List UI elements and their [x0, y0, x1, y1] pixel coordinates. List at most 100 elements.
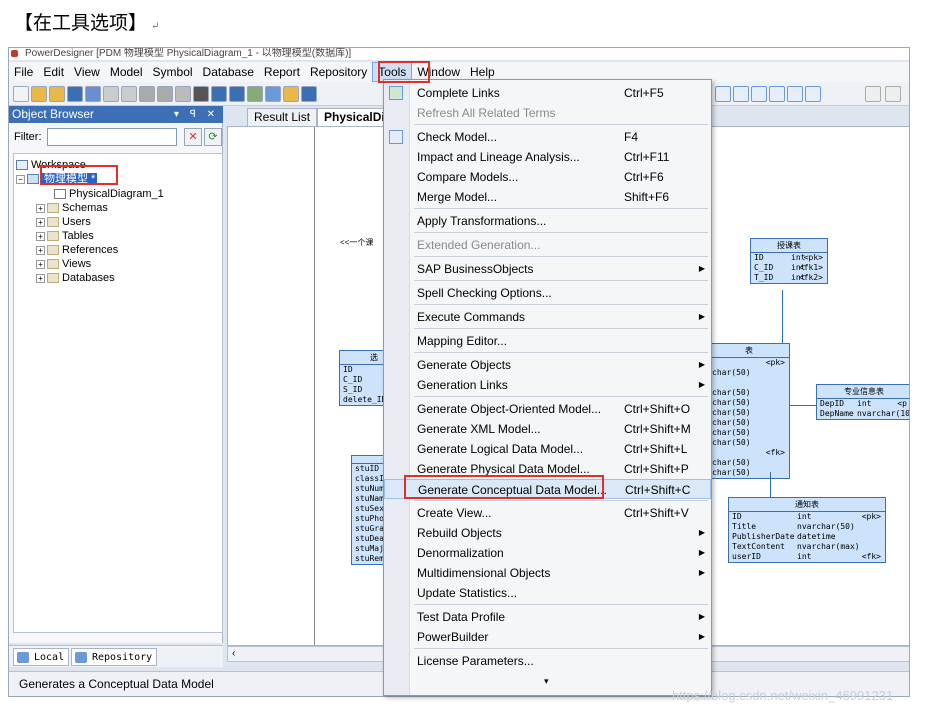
menu-item-generate-xml-model[interactable]: Generate XML Model... Ctrl+Shift+M: [384, 419, 711, 439]
menu-item-create-view[interactable]: Create View... Ctrl+Shift+V: [384, 503, 711, 523]
paste-icon[interactable]: [175, 86, 191, 102]
open-icon[interactable]: [31, 86, 47, 102]
database-icon[interactable]: [301, 86, 317, 102]
table-cell: char(50): [712, 428, 751, 437]
menu-item-check-model[interactable]: Check Model... F4: [384, 127, 711, 147]
object-icon[interactable]: [283, 86, 299, 102]
menu-item-license-parameters[interactable]: License Parameters...: [384, 651, 711, 671]
tab-repository[interactable]: Repository: [71, 648, 158, 666]
menu-item-sap-businessobjects[interactable]: SAP BusinessObjects ▶: [384, 259, 711, 279]
menu-report[interactable]: Report: [259, 62, 305, 82]
menu-item-powerbuilder[interactable]: PowerBuilder ▶: [384, 627, 711, 647]
table-cell: char(50): [712, 468, 751, 477]
menu-item-generation-links[interactable]: Generation Links ▶: [384, 375, 711, 395]
folder-icon: [47, 231, 59, 242]
copy-icon[interactable]: [157, 86, 173, 102]
table-cell: <fk>: [861, 552, 881, 561]
print-icon[interactable]: [121, 86, 137, 102]
menu-item-impact-and-lineage-analysis[interactable]: Impact and Lineage Analysis... Ctrl+F11: [384, 147, 711, 167]
menu-file[interactable]: File: [9, 62, 38, 82]
grid-icon[interactable]: [715, 86, 731, 102]
menu-item-refresh-all-related-terms[interactable]: Refresh All Related Terms: [384, 103, 711, 123]
filter-input[interactable]: [47, 128, 177, 146]
menu-item-generate-object-oriented-model[interactable]: Generate Object-Oriented Model... Ctrl+Sh…: [384, 399, 711, 419]
menu-edit[interactable]: Edit: [38, 62, 69, 82]
table-cell: char(50): [712, 438, 751, 447]
cut-icon[interactable]: [139, 86, 155, 102]
palette-icon[interactable]: [733, 86, 749, 102]
tree-folder-users[interactable]: + Users: [36, 215, 91, 229]
tree-folder-views[interactable]: + Views: [36, 257, 91, 271]
menu-repository[interactable]: Repository: [305, 62, 372, 82]
menu-model[interactable]: Model: [105, 62, 148, 82]
table-row: PublisherDate datetime: [729, 532, 885, 542]
new-icon[interactable]: [13, 86, 29, 102]
table-cell: C_ID: [754, 263, 774, 272]
menu-item-rebuild-objects[interactable]: Rebuild Objects ▶: [384, 523, 711, 543]
table-teaching[interactable]: 授课表 ID int <pk> C_ID int <fk1> T_ID int <fk2>: [750, 238, 828, 284]
tab-local[interactable]: Local: [13, 648, 70, 666]
menu-item-label: Generate Physical Data Model...: [417, 462, 590, 476]
preview-icon[interactable]: [103, 86, 119, 102]
menu-more-arrow[interactable]: ▾: [544, 676, 549, 687]
layout-icon[interactable]: [787, 86, 803, 102]
menu-view[interactable]: View: [69, 62, 105, 82]
tab-physical-diagram[interactable]: PhysicalDia: [317, 108, 393, 126]
tab-result-list[interactable]: Result List: [247, 108, 318, 126]
table-partial[interactable]: 表 <pk> char(50) char(50) char(50) char(50) cha…: [708, 343, 790, 479]
panel-controls[interactable]: ▾ ꟼ ✕: [174, 106, 219, 123]
clear-filter-icon[interactable]: ✕: [184, 128, 202, 146]
menu-item-label: Compare Models...: [417, 170, 519, 184]
table-cell: S_ID: [343, 385, 363, 394]
menu-item-spell-checking-options[interactable]: Spell Checking Options...: [384, 283, 711, 303]
table-cell: stuSex: [355, 504, 384, 513]
menu-item-label: Apply Transformations...: [417, 214, 547, 228]
undo-icon[interactable]: [211, 86, 227, 102]
menu-item-mapping-editor[interactable]: Mapping Editor...: [384, 331, 711, 351]
tree-workspace[interactable]: Workspace: [16, 158, 86, 172]
redo-icon[interactable]: [229, 86, 245, 102]
tool-icon[interactable]: [751, 86, 767, 102]
save-all-icon[interactable]: [85, 86, 101, 102]
table-cell: nvarchar(max): [797, 542, 860, 551]
zoom-icon[interactable]: [769, 86, 785, 102]
menu-item-generate-logical-data-model[interactable]: Generate Logical Data Model... Ctrl+Shift…: [384, 439, 711, 459]
menu-item-test-data-profile[interactable]: Test Data Profile ▶: [384, 607, 711, 627]
collapse-icon[interactable]: −: [16, 174, 25, 184]
table-row: char(50): [709, 438, 789, 448]
refresh-icon[interactable]: ⟳: [204, 128, 222, 146]
menu-item-generate-physical-data-model[interactable]: Generate Physical Data Model... Ctrl+Shif…: [384, 459, 711, 479]
menu-item-generate-conceptual-data-model[interactable]: Generate Conceptual Data Model... Ctrl+Sh…: [384, 479, 711, 499]
tree-diagram[interactable]: PhysicalDiagram_1: [54, 187, 164, 201]
model-icon[interactable]: [265, 86, 281, 102]
menu-symbol[interactable]: Symbol: [148, 62, 198, 82]
properties-icon[interactable]: [247, 86, 263, 102]
object-browser-header: Object Browser ▾ ꟼ ✕: [9, 106, 223, 123]
save-icon[interactable]: [67, 86, 83, 102]
menu-item-complete-links[interactable]: Complete Links Ctrl+F5: [384, 83, 711, 103]
links-icon: [389, 86, 403, 100]
tree-folder-databases[interactable]: + Databases: [36, 271, 115, 285]
table-major-info[interactable]: 专业信息表DepIDint<pDepNamenvarchar(100): [816, 384, 909, 420]
tree-folder-tables[interactable]: + Tables: [36, 229, 94, 243]
menu-item-update-statistics[interactable]: Update Statistics...: [384, 583, 711, 603]
table-notice[interactable]: 通知表 ID int <pk> Title nvarchar(50) PublisherDa…: [728, 497, 886, 563]
canvas-divider: [314, 127, 315, 645]
menu-item-compare-models[interactable]: Compare Models... Ctrl+F6: [384, 167, 711, 187]
menu-item-merge-model[interactable]: Merge Model... Shift+F6: [384, 187, 711, 207]
menu-item-extended-generation[interactable]: Extended Generation...: [384, 235, 711, 255]
menu-item-multidimensional-objects[interactable]: Multidimensional Objects ▶: [384, 563, 711, 583]
tree-folder-schemas[interactable]: + Schemas: [36, 201, 108, 215]
page-icon[interactable]: [805, 86, 821, 102]
menu-item-apply-transformations[interactable]: Apply Transformations...: [384, 211, 711, 231]
open-folder-icon[interactable]: [49, 86, 65, 102]
tree-model[interactable]: − 物理模型 *: [16, 172, 98, 186]
delete-icon[interactable]: [193, 86, 209, 102]
tree-folder-references[interactable]: + References: [36, 243, 118, 257]
menu-item-denormalization[interactable]: Denormalization ▶: [384, 543, 711, 563]
preview-icon[interactable]: [865, 86, 881, 102]
menu-item-generate-objects[interactable]: Generate Objects ▶: [384, 355, 711, 375]
print-icon[interactable]: [885, 86, 901, 102]
menu-item-execute-commands[interactable]: Execute Commands ▶: [384, 307, 711, 327]
menu-database[interactable]: Database: [198, 62, 259, 82]
